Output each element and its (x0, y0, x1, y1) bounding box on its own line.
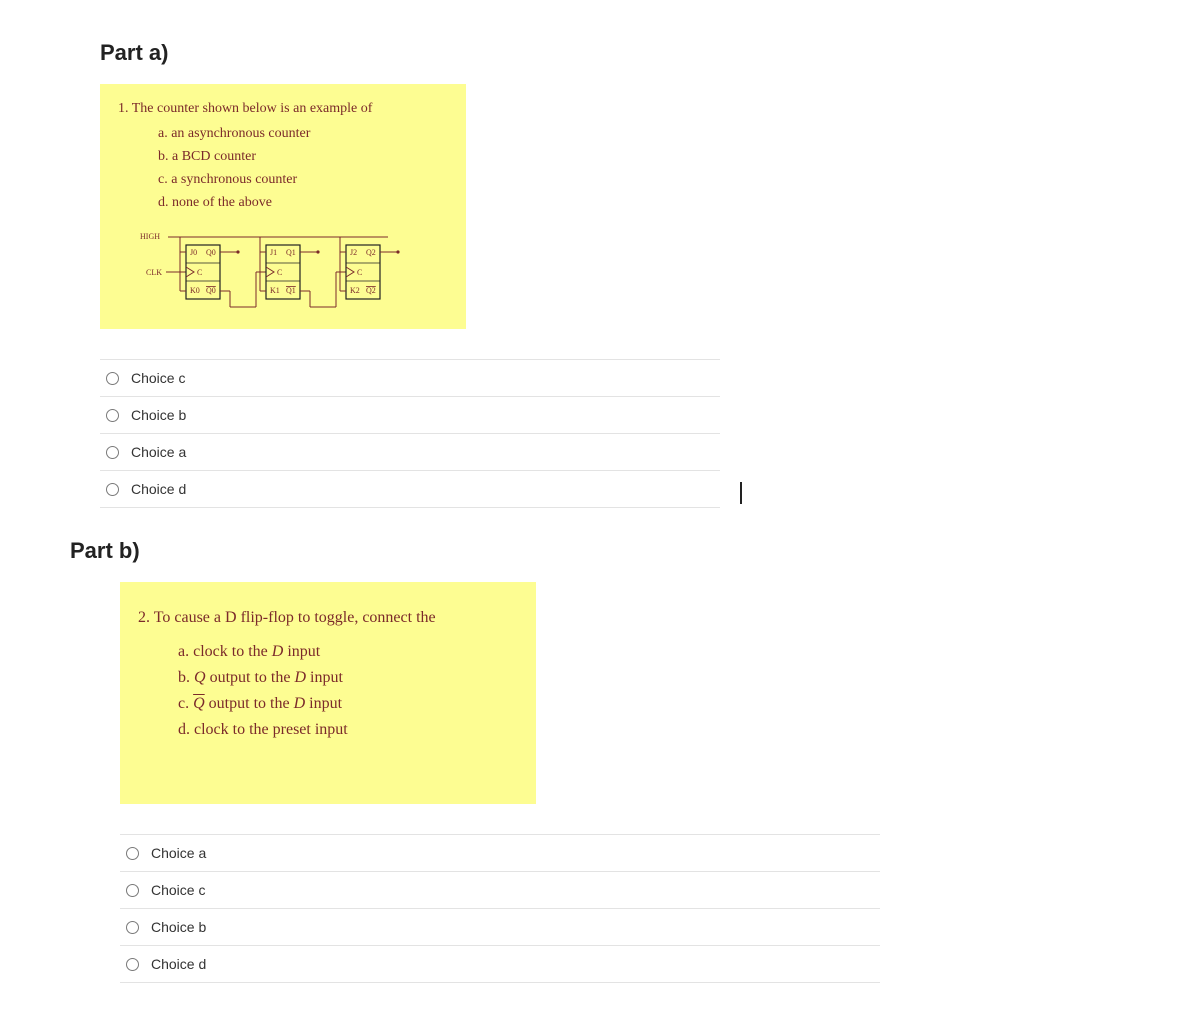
question-b-number: 2. (138, 609, 150, 626)
choice-row[interactable]: Choice c (120, 871, 880, 908)
svg-text:J2: J2 (350, 248, 357, 257)
choice-label: Choice b (151, 919, 206, 935)
choice-label: Choice a (131, 444, 186, 460)
svg-text:C: C (277, 268, 282, 277)
svg-text:C: C (357, 268, 362, 277)
choice-row[interactable]: Choice d (100, 470, 720, 508)
part-a-heading: Part a) (100, 40, 1100, 66)
radio-icon[interactable] (126, 921, 139, 934)
question-a-option-a: a. an asynchronous counter (158, 123, 448, 144)
svg-text:Q2: Q2 (366, 286, 376, 295)
question-b-option-a: a. clock to the D input (178, 640, 518, 664)
choice-label: Choice b (131, 407, 186, 423)
question-a-option-c: c. a synchronous counter (158, 169, 448, 190)
circuit-high-label: HIGH (140, 232, 160, 241)
choices-part-a: Choice c Choice b Choice a Choice d (100, 359, 720, 508)
svg-text:Q0: Q0 (206, 248, 216, 257)
part-b-heading: Part b) (70, 538, 1100, 564)
circuit-diagram: HIGH CLK J0 Q0 C K0 (138, 225, 448, 315)
question-b-options: a. clock to the D input b. Q output to t… (178, 640, 518, 742)
question-box-a: 1. The counter shown below is an example… (100, 84, 466, 329)
question-b-prompt: 2. To cause a D flip-flop to toggle, con… (138, 606, 518, 630)
circuit-clk-label: CLK (146, 268, 162, 277)
svg-text:Q1: Q1 (286, 248, 296, 257)
svg-text:K1: K1 (270, 286, 280, 295)
choice-row[interactable]: Choice c (100, 359, 720, 396)
svg-text:Q2: Q2 (366, 248, 376, 257)
svg-text:J1: J1 (270, 248, 277, 257)
radio-icon[interactable] (126, 847, 139, 860)
choices-part-b: Choice a Choice c Choice b Choice d (120, 834, 880, 983)
radio-icon[interactable] (126, 958, 139, 971)
choice-label: Choice c (131, 370, 185, 386)
choice-label: Choice d (131, 481, 186, 497)
choice-label: Choice d (151, 956, 206, 972)
svg-text:Q0: Q0 (206, 286, 216, 295)
radio-icon[interactable] (106, 372, 119, 385)
question-b-text: To cause a D flip-flop to toggle, connec… (154, 609, 436, 626)
choice-row[interactable]: Choice b (120, 908, 880, 945)
question-a-option-b: b. a BCD counter (158, 146, 448, 167)
question-a-number: 1. (118, 101, 129, 116)
question-b-option-b: b. Q output to the D input (178, 666, 518, 690)
svg-text:K2: K2 (350, 286, 360, 295)
choice-row[interactable]: Choice a (120, 834, 880, 871)
svg-text:C: C (197, 268, 202, 277)
radio-icon[interactable] (106, 483, 119, 496)
choice-label: Choice a (151, 845, 206, 861)
choice-label: Choice c (151, 882, 205, 898)
question-b-option-d: d. clock to the preset input (178, 718, 518, 742)
question-a-option-d: d. none of the above (158, 192, 448, 213)
radio-icon[interactable] (106, 446, 119, 459)
text-cursor (740, 482, 742, 504)
question-box-b: 2. To cause a D flip-flop to toggle, con… (120, 582, 536, 804)
radio-icon[interactable] (126, 884, 139, 897)
svg-text:Q1: Q1 (286, 286, 296, 295)
radio-icon[interactable] (106, 409, 119, 422)
svg-text:J0: J0 (190, 248, 197, 257)
question-a-text: The counter shown below is an example of (132, 101, 373, 116)
choice-row[interactable]: Choice a (100, 433, 720, 470)
choice-row[interactable]: Choice b (100, 396, 720, 433)
question-b-option-c: c. Q output to the D input (178, 692, 518, 716)
svg-text:K0: K0 (190, 286, 200, 295)
question-a-options: a. an asynchronous counter b. a BCD coun… (158, 123, 448, 213)
question-a-prompt: 1. The counter shown below is an example… (118, 98, 448, 119)
choice-row[interactable]: Choice d (120, 945, 880, 983)
